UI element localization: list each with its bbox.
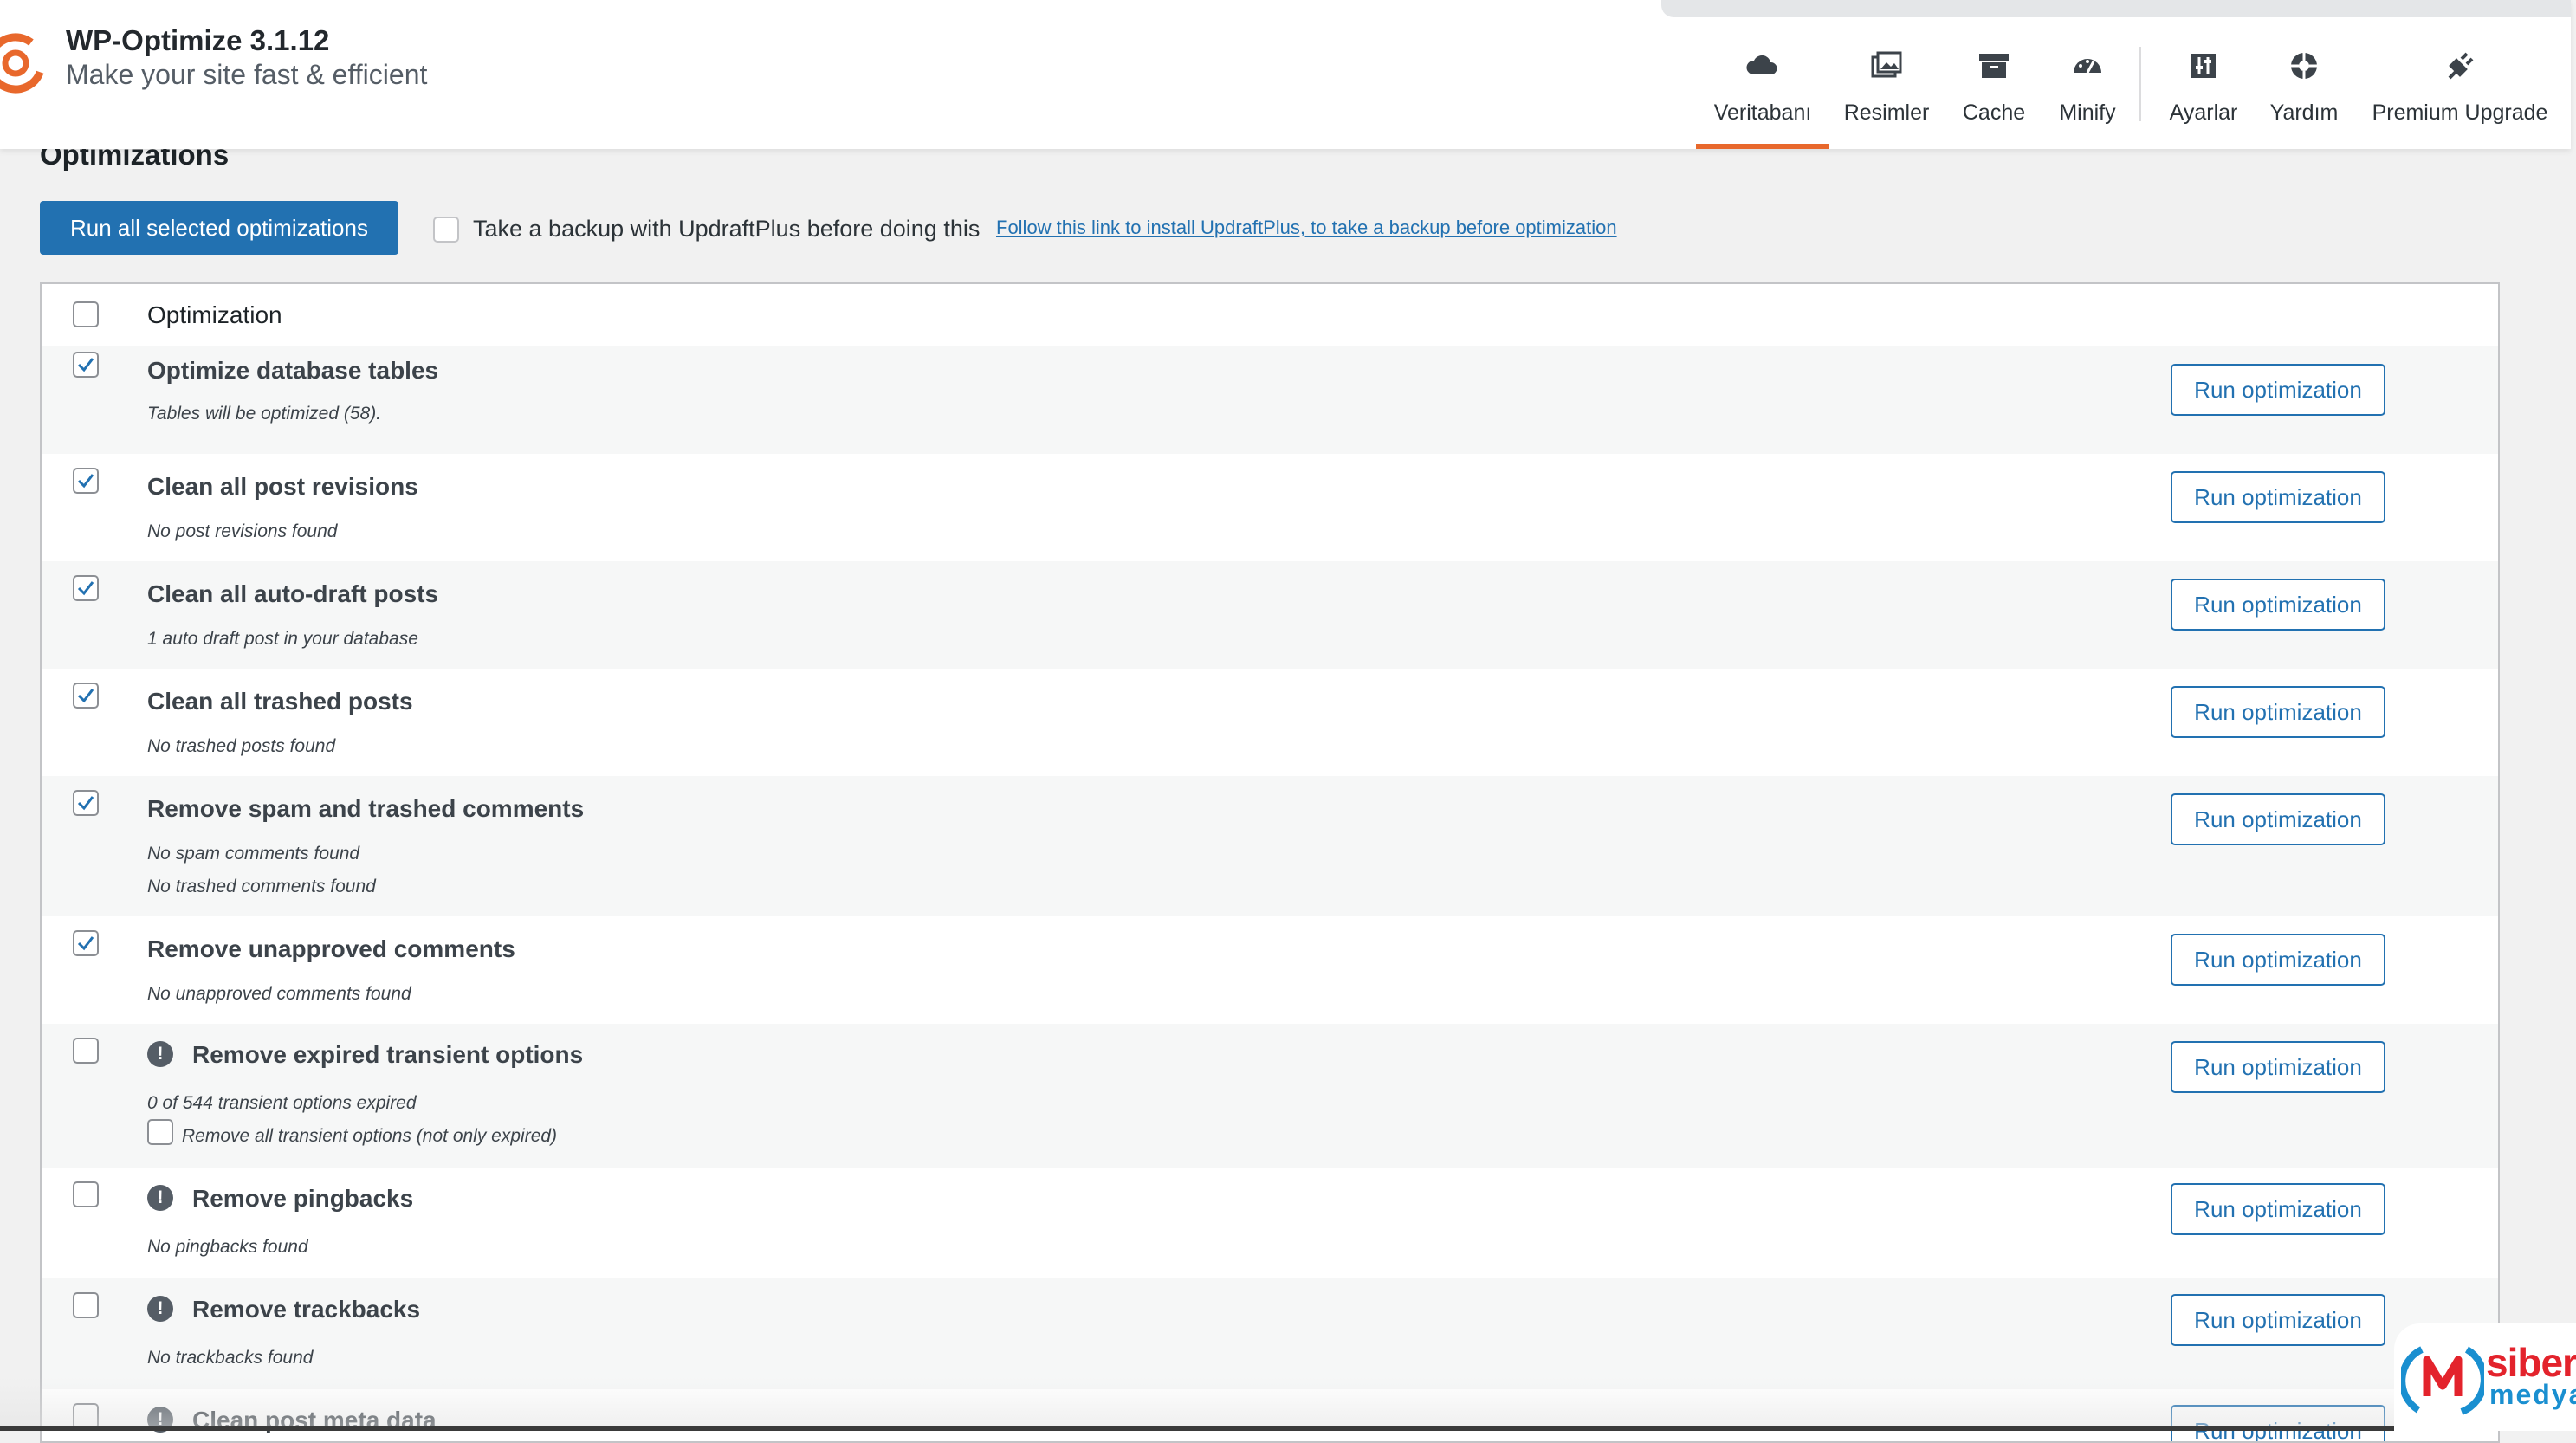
optimization-note: No trashed posts found (147, 736, 336, 756)
run-optimization-button[interactable]: Run optimization (2171, 1405, 2385, 1441)
tab-veritabani[interactable]: Veritabanı (1696, 49, 1829, 149)
tab-resimler[interactable]: Resimler (1840, 49, 1933, 149)
tab-label: Premium Upgrade (2372, 100, 2548, 125)
archive-icon (1979, 54, 2009, 78)
run-optimization-button[interactable]: Run optimization (2171, 686, 2385, 738)
tab-label: Cache (1962, 100, 2026, 125)
backup-checkbox[interactable] (433, 217, 459, 243)
row-checkbox[interactable] (73, 1181, 99, 1207)
run-optimization-button[interactable]: Run optimization (2171, 364, 2385, 416)
optimization-note: Tables will be optimized (58). (147, 404, 382, 424)
tab-label: Resimler (1843, 100, 1930, 125)
checkmark-icon (77, 474, 94, 489)
optimization-title: Clean all post revisions (147, 473, 418, 500)
row-checkbox[interactable] (73, 930, 99, 956)
cloud-icon (1746, 55, 1777, 74)
checkmark-icon (77, 936, 94, 951)
run-optimization-button[interactable]: Run optimization (2171, 471, 2385, 523)
run-optimization-button[interactable]: Run optimization (2171, 579, 2385, 631)
optimization-note: No spam comments found (147, 844, 360, 864)
table-row: Remove unapproved comments No unapproved… (42, 916, 2498, 1024)
tab-label: Minify (2059, 100, 2116, 125)
checkmark-icon (77, 581, 94, 596)
row-checkbox[interactable] (73, 790, 99, 816)
optimization-note: No unapproved comments found (147, 984, 411, 1004)
tab-cache[interactable]: Cache (1958, 49, 2030, 149)
select-all-checkbox[interactable] (73, 301, 99, 327)
warning-icon: ! (147, 1296, 173, 1322)
row-checkbox[interactable] (73, 468, 99, 494)
table-row: Optimize database tables Tables will be … (42, 346, 2498, 454)
sos-lifebuoy-icon (2291, 53, 2317, 79)
row-checkbox[interactable] (73, 1038, 99, 1064)
checkmark-icon (77, 358, 94, 372)
app-title: WP-Optimize 3.1.12 (66, 24, 330, 56)
optimization-title: Remove unapproved comments (147, 935, 515, 962)
siber-medya-watermark: siber medya (2394, 1323, 2576, 1431)
optimization-title: Optimize database tables (147, 357, 439, 384)
run-optimization-button[interactable]: Run optimization (2171, 934, 2385, 986)
table-row: Remove spam and trashed comments No spam… (42, 776, 2498, 916)
watermark-line2: medya (2489, 1379, 2576, 1410)
table-row: Clean all auto-draft posts 1 auto draft … (42, 561, 2498, 669)
optimization-note: No trashed comments found (147, 877, 376, 896)
optimizations-table: Optimization Optimize database tables Ta… (40, 282, 2500, 1443)
tab-ayarlar[interactable]: Ayarlar (2160, 49, 2247, 149)
run-optimization-button[interactable]: Run optimization (2171, 1183, 2385, 1235)
warning-icon: ! (147, 1041, 173, 1067)
backup-label: Take a backup with UpdraftPlus before do… (473, 216, 981, 242)
optimization-note: No trackbacks found (147, 1348, 314, 1368)
install-updraftplus-link[interactable]: Follow this link to install UpdraftPlus,… (996, 217, 1617, 239)
tab-label: Veritabanı (1713, 100, 1812, 125)
tab-separator (2139, 47, 2141, 121)
table-header: Optimization (42, 284, 2498, 348)
settings-sliders-icon (2191, 54, 2216, 78)
optimization-note: No post revisions found (147, 521, 338, 541)
plugin-icon (2448, 52, 2474, 80)
remove-all-transients-label: Remove all transient options (not only e… (182, 1126, 558, 1146)
run-all-selected-button[interactable]: Run all selected optimizations (40, 201, 398, 255)
checkmark-icon (77, 796, 94, 811)
table-row: ! Remove pingbacks No pingbacks found Ru… (42, 1168, 2498, 1278)
warning-icon: ! (147, 1185, 173, 1211)
tab-yardim[interactable]: Yardım (2262, 49, 2346, 149)
optimization-title: Clean all trashed posts (147, 688, 413, 715)
checkmark-icon (77, 689, 94, 703)
table-row: ! Clean post meta data Run optimization (42, 1389, 2498, 1441)
remove-all-transients-checkbox[interactable] (147, 1119, 173, 1145)
row-checkbox[interactable] (73, 352, 99, 378)
tab-label: Yardım (2269, 100, 2339, 125)
optimization-title: Remove expired transient options (192, 1041, 584, 1068)
wp-optimize-logo-icon (0, 33, 46, 94)
table-row: ! Remove trackbacks No trackbacks found … (42, 1278, 2498, 1389)
optimization-title: Remove trackbacks (192, 1296, 421, 1323)
images-icon (1871, 51, 1902, 78)
optimization-title: Remove pingbacks (192, 1185, 414, 1212)
top-admin-strip (1661, 0, 2571, 17)
app-subtitle: Make your site fast & efficient (66, 59, 428, 90)
column-header-optimization: Optimization (147, 301, 282, 328)
tab-minify[interactable]: Minify (2053, 49, 2122, 149)
optimization-title: Remove spam and trashed comments (147, 795, 585, 822)
dashboard-gauge-icon (2074, 59, 2101, 74)
optimization-note: 0 of 544 transient options expired (147, 1093, 417, 1113)
table-row: Clean all post revisions No post revisio… (42, 454, 2498, 561)
siber-medya-logo-icon (2401, 1346, 2484, 1415)
tab-label: Ayarlar (2169, 100, 2238, 125)
optimization-note: 1 auto draft post in your database (147, 629, 418, 649)
run-optimization-button[interactable]: Run optimization (2171, 1294, 2385, 1346)
row-checkbox[interactable] (73, 575, 99, 601)
table-row: Clean all trashed posts No trashed posts… (42, 669, 2498, 776)
row-checkbox[interactable] (73, 1292, 99, 1318)
table-row: ! Remove expired transient options 0 of … (42, 1024, 2498, 1168)
optimization-note: No pingbacks found (147, 1237, 308, 1257)
tab-premium-upgrade[interactable]: Premium Upgrade (2365, 49, 2555, 149)
row-checkbox[interactable] (73, 683, 99, 709)
run-optimization-button[interactable]: Run optimization (2171, 793, 2385, 845)
run-optimization-button[interactable]: Run optimization (2171, 1041, 2385, 1093)
optimization-title: Clean all auto-draft posts (147, 580, 439, 607)
bottom-edge (0, 1426, 2576, 1431)
plugin-header: WP-Optimize 3.1.12 Make your site fast &… (0, 0, 2571, 149)
